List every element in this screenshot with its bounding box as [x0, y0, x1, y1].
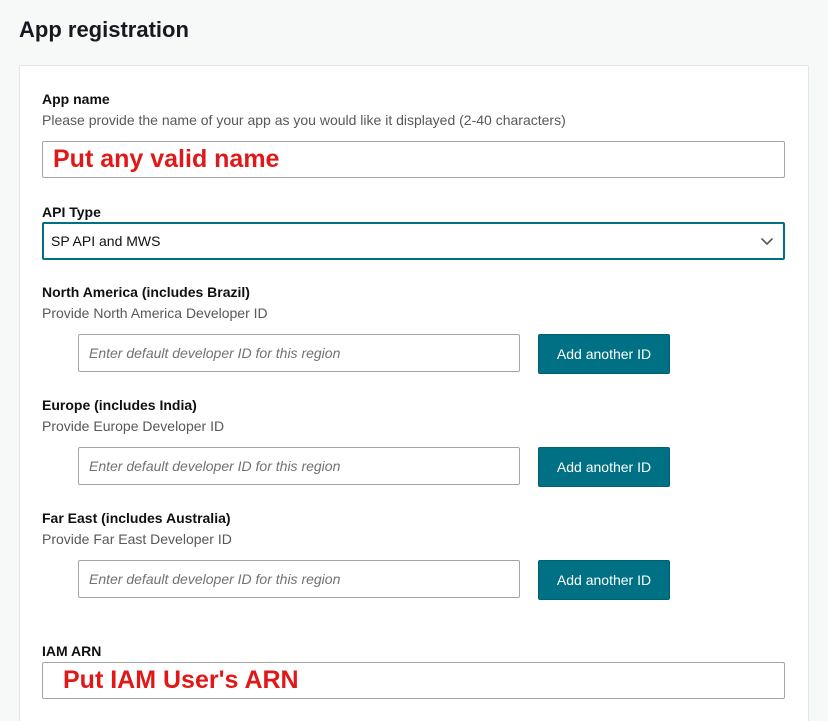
- app-name-value: Put any valid name: [53, 145, 280, 173]
- app-name-hint: Please provide the name of your app as y…: [42, 112, 566, 128]
- far-east-placeholder: Enter default developer ID for this regi…: [89, 571, 341, 587]
- north-america-add-another-id-button[interactable]: Add another ID: [538, 334, 670, 374]
- north-america-label: North America (includes Brazil): [42, 284, 250, 300]
- europe-hint: Provide Europe Developer ID: [42, 418, 225, 434]
- api-type-selected-value: SP API and MWS: [51, 233, 161, 249]
- far-east-label: Far East (includes Australia): [42, 510, 231, 526]
- api-type-select[interactable]: SP API and MWS: [42, 222, 785, 260]
- europe-placeholder: Enter default developer ID for this regi…: [89, 458, 341, 474]
- far-east-add-another-id-button[interactable]: Add another ID: [538, 560, 670, 600]
- far-east-developer-id-input[interactable]: Enter default developer ID for this regi…: [78, 560, 520, 598]
- north-america-developer-id-input[interactable]: Enter default developer ID for this regi…: [78, 334, 520, 372]
- api-type-label: API Type: [42, 204, 101, 220]
- europe-add-another-id-button[interactable]: Add another ID: [538, 447, 670, 487]
- europe-developer-id-input[interactable]: Enter default developer ID for this regi…: [78, 447, 520, 485]
- europe-label: Europe (includes India): [42, 397, 197, 413]
- far-east-hint: Provide Far East Developer ID: [42, 531, 232, 547]
- north-america-placeholder: Enter default developer ID for this regi…: [89, 345, 341, 361]
- iam-arn-label: IAM ARN: [42, 643, 102, 659]
- iam-arn-value: Put IAM User's ARN: [63, 666, 299, 694]
- iam-arn-input[interactable]: Put IAM User's ARN: [42, 662, 785, 699]
- north-america-hint: Provide North America Developer ID: [42, 305, 268, 321]
- app-name-label: App name: [42, 91, 110, 107]
- page-title: App registration: [19, 17, 189, 42]
- app-name-input[interactable]: Put any valid name: [42, 141, 785, 178]
- chevron-down-icon: [761, 238, 773, 245]
